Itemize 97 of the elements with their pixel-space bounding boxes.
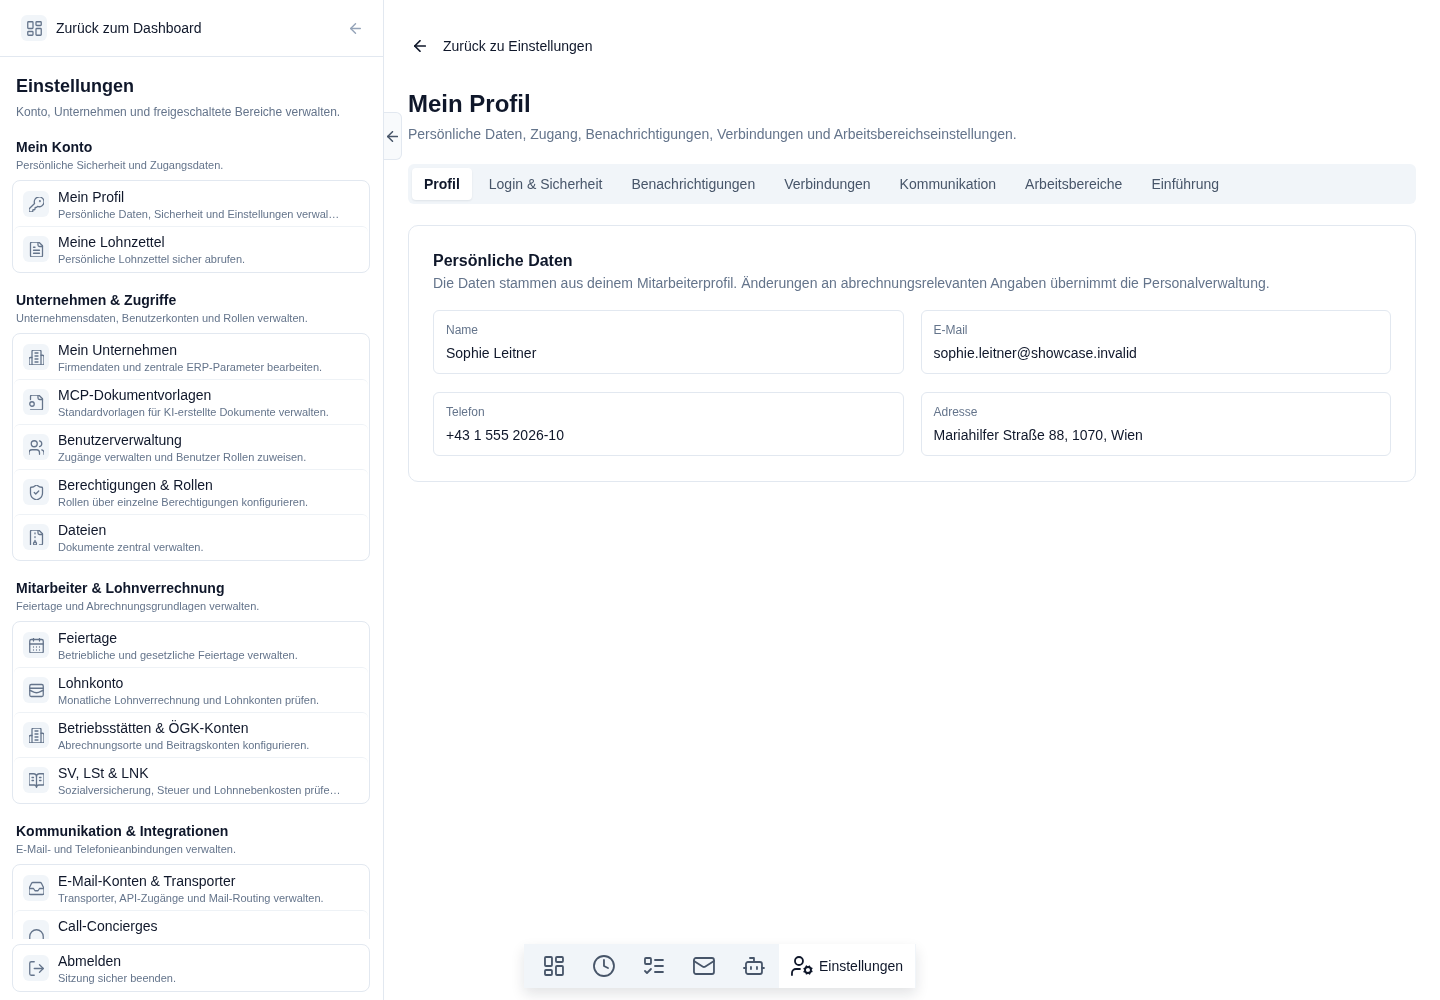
file-icon <box>23 524 49 550</box>
building-icon <box>23 344 49 370</box>
back-link[interactable]: Zurück zu Einstellungen <box>408 36 593 56</box>
user-gear-icon <box>790 955 813 977</box>
item-title: Call-Concierges <box>58 917 158 936</box>
section-description: Unternehmensdaten, Benutzerkonten und Rollen verwalten. <box>16 311 309 325</box>
calendar-icon <box>23 632 49 658</box>
nav-item[interactable]: E-Mail-Konten & Transporter Transporter, API-Zugänge und Mail-Routing verwalten. <box>14 866 368 910</box>
item-title: Betriebsstätten & ÖGK-Konten <box>58 719 250 738</box>
nav-item[interactable]: Benutzerverwaltung Zugänge verwalten und Benutzer Rollen zuweisen. <box>14 424 368 469</box>
mail-icon <box>692 955 715 977</box>
sidebar-title: Einstellungen <box>16 75 135 98</box>
checklist-icon <box>642 955 665 977</box>
nav-item[interactable]: Meine Lohnzettel Persönliche Lohnzettel sicher abrufen. <box>14 226 368 271</box>
item-title: MCP-Dokumentvorlagen <box>58 386 213 405</box>
arrow-left-icon[interactable] <box>350 22 361 34</box>
arrow-left-icon <box>414 40 426 52</box>
item-description: Sitzung sicher beenden. <box>58 971 177 985</box>
tab[interactable]: Einführung <box>1139 168 1232 200</box>
section-title: Kommunikation & Integrationen <box>16 822 230 841</box>
item-title: Lohnkonto <box>58 674 125 693</box>
document-icon <box>23 236 49 262</box>
item-title: Mein Profil <box>58 188 126 207</box>
item-description: Sozialversicherung, Steuer und Lohnnebenkosten prüfe… <box>58 783 341 797</box>
tab[interactable]: Kommunikation <box>887 168 1009 200</box>
field-value: Sophie Leitner <box>446 344 538 363</box>
nav-item[interactable]: Feiertage Betriebliche und gesetzliche Feiertage verwalten. <box>14 623 368 667</box>
nav-item[interactable]: Berechtigungen & Rollen Rollen über einzelne Berechtigungen konfigurieren. <box>14 469 368 514</box>
item-description: Standardvorlagen für KI-erstellte Dokumente verwalten. <box>58 405 329 419</box>
key-icon <box>23 191 49 217</box>
users-icon <box>23 434 49 460</box>
logout-item[interactable]: Abmelden Sitzung sicher beenden. <box>14 946 368 990</box>
nav-item[interactable]: Lohnkonto Monatliche Lohnverrechnung und Lohnkonten prüfen. <box>14 667 368 712</box>
section-title: Unternehmen & Zugriffe <box>16 291 178 310</box>
item-description: Persönliche Lohnzettel sicher abrufen. <box>58 252 246 266</box>
field-label: Adresse <box>933 404 979 420</box>
item-title: E-Mail-Konten & Transporter <box>58 872 237 891</box>
field-value: +43 1 555 2026-10 <box>446 426 565 445</box>
card-description: Die Daten stammen aus deinem Mitarbeiterprofil. Änderungen an abrechnungsrelevanten Angaben übernimmt die Personalverwaltung. <box>433 274 1271 293</box>
grid-icon <box>21 15 47 41</box>
arc-icon <box>23 920 49 939</box>
inbox-icon <box>23 875 49 901</box>
nav-item[interactable]: Betriebsstätten & ÖGK-Konten Abrechnungsorte und Beitragskonten konfigurieren. <box>14 712 368 757</box>
page-title: Mein Profil <box>408 89 532 119</box>
shield-check-icon <box>23 479 49 505</box>
item-description: Dokumente zentral verwalten. <box>58 540 204 554</box>
tab[interactable]: Benachrichtigungen <box>619 168 768 200</box>
file-icon <box>23 389 49 415</box>
nav-item[interactable]: Dateien Dokumente zentral verwalten. <box>14 514 368 559</box>
section-description: Feiertage und Abrechnungsgrundlagen verwalten. <box>16 599 261 613</box>
item-description: Zugänge verwalten und Benutzer Rollen zuweisen. <box>58 450 307 464</box>
tab[interactable]: Arbeitsbereiche <box>1013 168 1135 200</box>
logout-icon <box>23 955 49 981</box>
item-title: Mein Unternehmen <box>58 341 179 360</box>
arrow-left-icon <box>387 130 398 142</box>
card-title: Persönliche Daten <box>433 251 574 271</box>
section-description: E-Mail- und Telefonieanbindungen verwalten. <box>16 842 237 856</box>
nav-item[interactable]: SV, LSt & LNK Sozialversicherung, Steuer und Lohnnebenkosten prüfe… <box>14 757 368 802</box>
nav-item[interactable]: Mein Unternehmen Firmendaten und zentrale ERP-Parameter bearbeiten. <box>14 335 368 379</box>
dashboard-link[interactable]: Zurück zum Dashboard <box>21 15 202 41</box>
section-title: Mein Konto <box>16 138 94 157</box>
field-value: sophie.leitner@showcase.invalid <box>933 344 1138 363</box>
section-title: Mitarbeiter & Lohnverrechnung <box>16 579 226 598</box>
field-label: Name <box>446 322 479 338</box>
item-description: Persönliche Daten, Sicherheit und Einstellungen verwal… <box>58 207 340 221</box>
tab[interactable]: Verbindungen <box>772 168 883 200</box>
tab[interactable]: Login & Sicherheit <box>476 168 615 200</box>
collapse-tab[interactable] <box>384 112 402 160</box>
section-description: Persönliche Sicherheit und Zugangsdaten. <box>16 158 225 172</box>
nav-item[interactable]: MCP-Dokumentvorlagen Standardvorlagen für KI-erstellte Dokumente verwalten. <box>14 379 368 424</box>
clock-icon <box>592 955 615 977</box>
item-description: Rollen über einzelne Berechtigungen konfigurieren. <box>58 495 309 509</box>
dock-button[interactable]: Einstellungen <box>778 944 916 988</box>
building-icon <box>23 722 49 748</box>
sidebar-subtitle: Konto, Unternehmen und freigeschaltete Bereiche verwalten. <box>16 104 342 120</box>
grid-icon <box>542 955 565 977</box>
item-title: Feiertage <box>58 629 119 648</box>
item-description: Transporter, API-Zugänge und Mail-Routing verwalten. <box>58 891 324 905</box>
item-title: Meine Lohnzettel <box>58 233 166 252</box>
nav-item[interactable]: Mein Profil Persönliche Daten, Sicherheit und Einstellungen verwal… <box>14 182 368 226</box>
item-title: Abmelden <box>58 952 123 971</box>
field-label: Telefon <box>446 404 486 420</box>
item-description: Monatliche Lohnverrechnung und Lohnkonten prüfen. <box>58 693 320 707</box>
item-title: Benutzerverwaltung <box>58 431 183 450</box>
wallet-icon <box>23 677 49 703</box>
field-value: Mariahilfer Straße 88, 1070, Wien <box>933 426 1144 445</box>
item-description: Firmendaten und zentrale ERP-Parameter bearbeiten. <box>58 360 323 374</box>
item-title: Berechtigungen & Rollen <box>58 476 214 495</box>
page-subtitle: Persönliche Daten, Zugang, Benachrichtigungen, Verbindungen und Arbeitsbereichseinstellungen. <box>408 125 1018 144</box>
field-label: E-Mail <box>933 322 969 338</box>
robot-icon <box>742 955 765 977</box>
item-title: Dateien <box>58 521 108 540</box>
book-icon <box>23 767 49 793</box>
item-title: SV, LSt & LNK <box>58 764 150 783</box>
item-description: Abrechnungsorte und Beitragskonten konfigurieren. <box>58 738 310 752</box>
item-description: Betriebliche und gesetzliche Feiertage verwalten. <box>58 648 298 662</box>
tab[interactable]: Profil <box>412 168 472 200</box>
